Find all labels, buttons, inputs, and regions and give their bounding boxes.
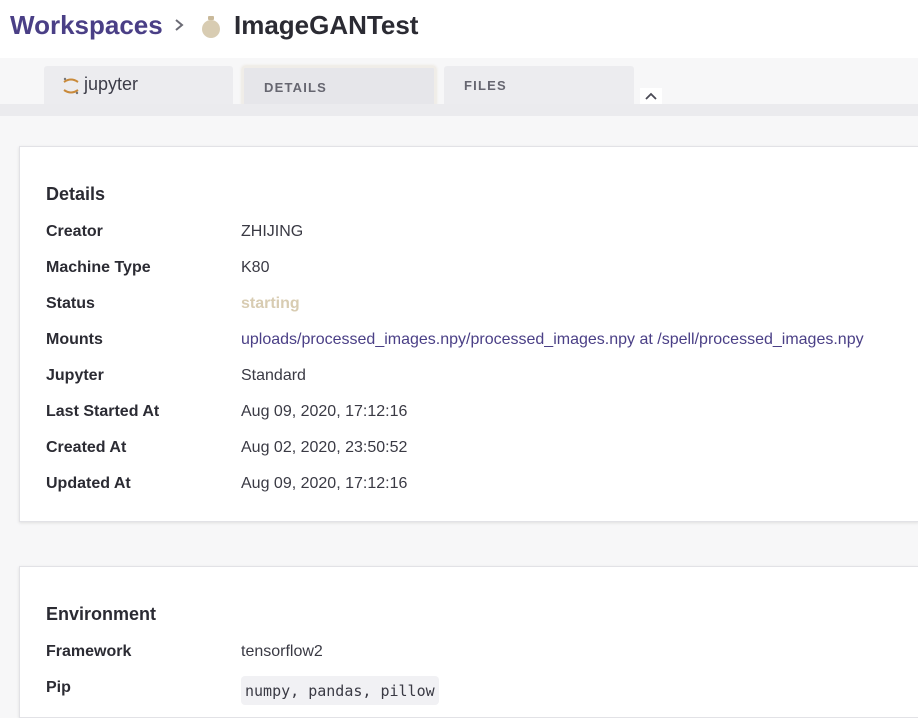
last-started-value: Aug 09, 2020, 17:12:16	[241, 403, 408, 420]
updated-at-value: Aug 09, 2020, 17:12:16	[241, 475, 408, 492]
jupyter-label: Jupyter	[46, 367, 104, 384]
mounts-link[interactable]: uploads/processed_images.npy/processed_i…	[241, 331, 864, 349]
tab-divider	[0, 104, 918, 116]
tab-details[interactable]: DETAILS	[242, 66, 436, 106]
workspace-status-icon	[202, 16, 220, 38]
jupyter-logo-icon	[63, 77, 79, 95]
environment-card-title: Environment	[46, 604, 157, 624]
tab-jupyter[interactable]: jupyter	[44, 66, 233, 106]
created-at-value: Aug 02, 2020, 23:50:52	[241, 439, 408, 456]
last-started-label: Last Started At	[46, 403, 160, 420]
created-at-label: Created At	[46, 439, 127, 456]
details-card: Details Creator ZHIJING Machine Type K80…	[19, 146, 918, 522]
tab-jupyter-label: jupyter	[84, 74, 139, 94]
mounts-label: Mounts	[46, 331, 103, 348]
environment-card: Environment Framework tensorflow2 Pip nu…	[19, 566, 918, 718]
status-badge: starting	[241, 295, 300, 312]
top-header: Workspaces ImageGANTest	[0, 0, 918, 58]
pip-label: Pip	[46, 679, 71, 696]
machine-type-value: K80	[241, 259, 270, 276]
pip-packages-value: numpy, pandas, pillow	[241, 676, 439, 705]
creator-label: Creator	[46, 223, 103, 240]
chevron-up-icon[interactable]	[640, 88, 662, 104]
status-label: Status	[46, 295, 95, 312]
workspace-tabs: jupyter DETAILS FILES	[0, 58, 918, 108]
framework-value: tensorflow2	[241, 643, 323, 660]
framework-label: Framework	[46, 643, 132, 660]
machine-type-label: Machine Type	[46, 259, 151, 276]
updated-at-label: Updated At	[46, 475, 131, 492]
details-card-title: Details	[46, 184, 106, 204]
chevron-right-icon	[175, 19, 184, 31]
creator-value: ZHIJING	[241, 223, 304, 240]
tab-files[interactable]: FILES	[444, 66, 634, 106]
workspace-title: ImageGANTest	[234, 10, 419, 40]
breadcrumb-workspaces-link[interactable]: Workspaces	[10, 10, 163, 41]
jupyter-value: Standard	[241, 367, 306, 384]
tab-details-label: DETAILS	[264, 80, 328, 95]
tab-files-label: FILES	[464, 78, 507, 93]
